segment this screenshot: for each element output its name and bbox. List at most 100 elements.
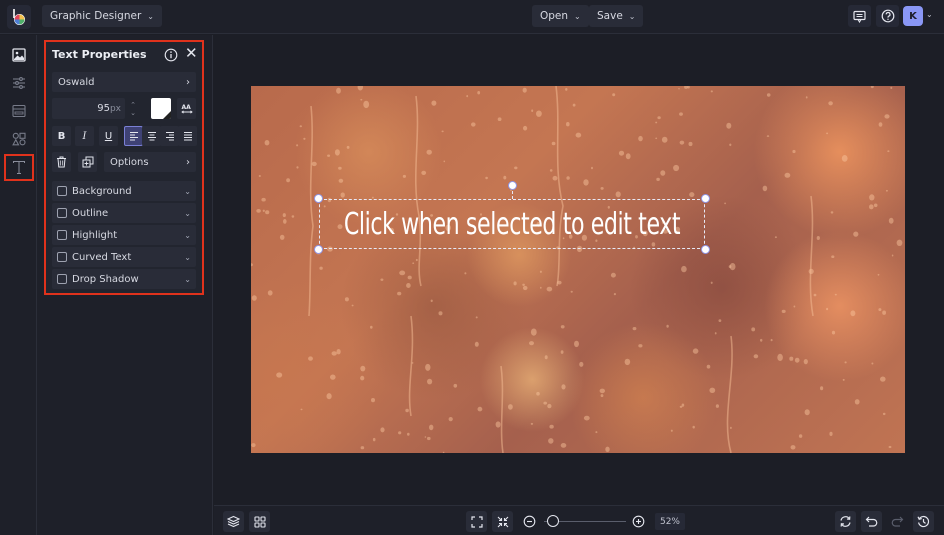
raindrop	[453, 383, 458, 388]
help-button[interactable]	[876, 5, 899, 27]
font-size-unit: px	[109, 103, 121, 114]
font-family-select[interactable]: Oswald ›	[52, 72, 196, 92]
save-button[interactable]: Save ⌄	[589, 5, 644, 27]
checkbox[interactable]	[57, 208, 67, 218]
bold-button[interactable]: B	[52, 126, 71, 146]
align-left-icon	[129, 132, 138, 141]
rail-item-graphics[interactable]	[6, 126, 31, 151]
checkbox[interactable]	[57, 230, 67, 240]
raindrop	[415, 258, 418, 262]
resize-handle-top-left[interactable]	[314, 194, 323, 203]
raindrop	[508, 404, 513, 410]
reset-button[interactable]	[835, 511, 856, 532]
raindrops-texture	[251, 86, 903, 453]
raindrop	[267, 290, 273, 296]
chevron-down-icon[interactable]: ⌄	[926, 10, 933, 19]
zoom-level-readout[interactable]: 52%	[655, 513, 685, 530]
info-button[interactable]	[164, 47, 178, 62]
italic-button[interactable]: I	[75, 126, 94, 146]
rail-item-layout[interactable]	[6, 98, 31, 123]
zoom-in-button[interactable]	[628, 511, 649, 532]
resize-handle-bottom-right[interactable]	[701, 245, 710, 254]
raindrop	[429, 424, 434, 431]
chevron-down-icon: ⌄	[184, 274, 191, 284]
raindrop	[794, 357, 800, 363]
toggle-drop-shadow[interactable]: Drop Shadow ⌄	[52, 269, 196, 289]
user-avatar[interactable]: K	[903, 6, 923, 26]
resize-handle-top-right[interactable]	[701, 194, 710, 203]
sidebar: Text Properties ✕ Oswald › 95 px ⌃ ⌄ AA	[37, 35, 213, 535]
raindrop	[878, 122, 883, 127]
undo-button[interactable]	[861, 511, 882, 532]
letter-spacing-button[interactable]: AA	[177, 98, 196, 119]
toggle-curved-text[interactable]: Curved Text ⌄	[52, 247, 196, 267]
zoom-out-button[interactable]	[519, 511, 540, 532]
redo-button[interactable]	[887, 511, 908, 532]
save-label: Save	[597, 10, 623, 22]
checkbox[interactable]	[57, 252, 67, 262]
rail-item-text[interactable]	[4, 154, 34, 181]
artboard-image[interactable]: Click when selected to edit text	[251, 86, 905, 453]
raindrop	[566, 176, 570, 180]
raindrop	[530, 422, 534, 425]
rotate-handle[interactable]	[508, 181, 517, 190]
raindrop	[882, 310, 886, 315]
align-justify-button[interactable]	[178, 126, 197, 146]
toggle-label: Highlight	[72, 229, 118, 241]
info-icon	[164, 48, 178, 62]
toggle-background[interactable]: Background ⌄	[52, 181, 196, 201]
raindrop	[726, 122, 732, 129]
top-bar: Graphic Designer ⌄ Open ⌄ Save ⌄ K ⌄	[0, 0, 944, 34]
raindrop	[357, 86, 363, 91]
raindrop	[399, 270, 406, 276]
font-size-stepper[interactable]: ⌃ ⌄	[127, 98, 139, 119]
rail-item-image[interactable]	[6, 42, 31, 67]
raindrop	[689, 192, 695, 198]
grid-button[interactable]	[249, 511, 270, 532]
raindrop	[477, 91, 481, 95]
fit-to-screen-button[interactable]	[466, 511, 487, 532]
text-color-swatch[interactable]	[151, 98, 171, 119]
delete-button[interactable]	[52, 152, 71, 172]
raindrop	[251, 443, 256, 448]
canvas-text-element[interactable]: Click when selected to edit text	[344, 200, 681, 248]
close-icon[interactable]: ✕	[185, 45, 198, 61]
toggle-highlight[interactable]: Highlight ⌄	[52, 225, 196, 245]
raindrop	[826, 132, 829, 135]
open-button[interactable]: Open ⌄	[532, 5, 589, 27]
align-right-button[interactable]	[160, 126, 179, 146]
options-button[interactable]: Options ›	[104, 152, 196, 172]
raindrop	[678, 88, 680, 90]
duplicate-button[interactable]	[78, 152, 97, 172]
text-properties-panel: Text Properties ✕ Oswald › 95 px ⌃ ⌄ AA	[44, 40, 204, 295]
checkbox[interactable]	[57, 274, 67, 284]
text-selection-box[interactable]: Click when selected to edit text	[314, 181, 710, 254]
raindrop	[529, 341, 534, 346]
app-mode-dropdown[interactable]: Graphic Designer ⌄	[42, 5, 162, 27]
rail-item-adjust[interactable]	[6, 70, 31, 95]
zoom-slider-handle[interactable]	[547, 515, 559, 527]
raindrop	[549, 169, 553, 172]
actual-size-button[interactable]	[492, 511, 513, 532]
raindrop	[670, 429, 673, 432]
align-left-button[interactable]	[124, 126, 143, 146]
checkbox[interactable]	[57, 186, 67, 196]
underline-button[interactable]: U	[99, 126, 118, 146]
raindrop	[842, 378, 845, 381]
raindrop	[572, 103, 576, 107]
font-size-input[interactable]: 95 px	[52, 98, 125, 119]
raindrop	[539, 270, 542, 273]
raindrop	[692, 348, 699, 354]
chevron-up-icon[interactable]: ⌃	[130, 101, 136, 109]
resize-handle-bottom-left[interactable]	[314, 245, 323, 254]
toggle-outline[interactable]: Outline ⌄	[52, 203, 196, 223]
raindrop	[710, 90, 713, 93]
befunky-logo-icon	[13, 9, 25, 25]
align-center-button[interactable]	[142, 126, 161, 146]
raindrop	[360, 365, 366, 372]
feedback-button[interactable]	[848, 5, 871, 27]
chevron-down-icon[interactable]: ⌄	[130, 109, 136, 117]
app-logo[interactable]	[7, 5, 31, 29]
layers-button[interactable]	[223, 511, 244, 532]
history-button[interactable]	[913, 511, 934, 532]
